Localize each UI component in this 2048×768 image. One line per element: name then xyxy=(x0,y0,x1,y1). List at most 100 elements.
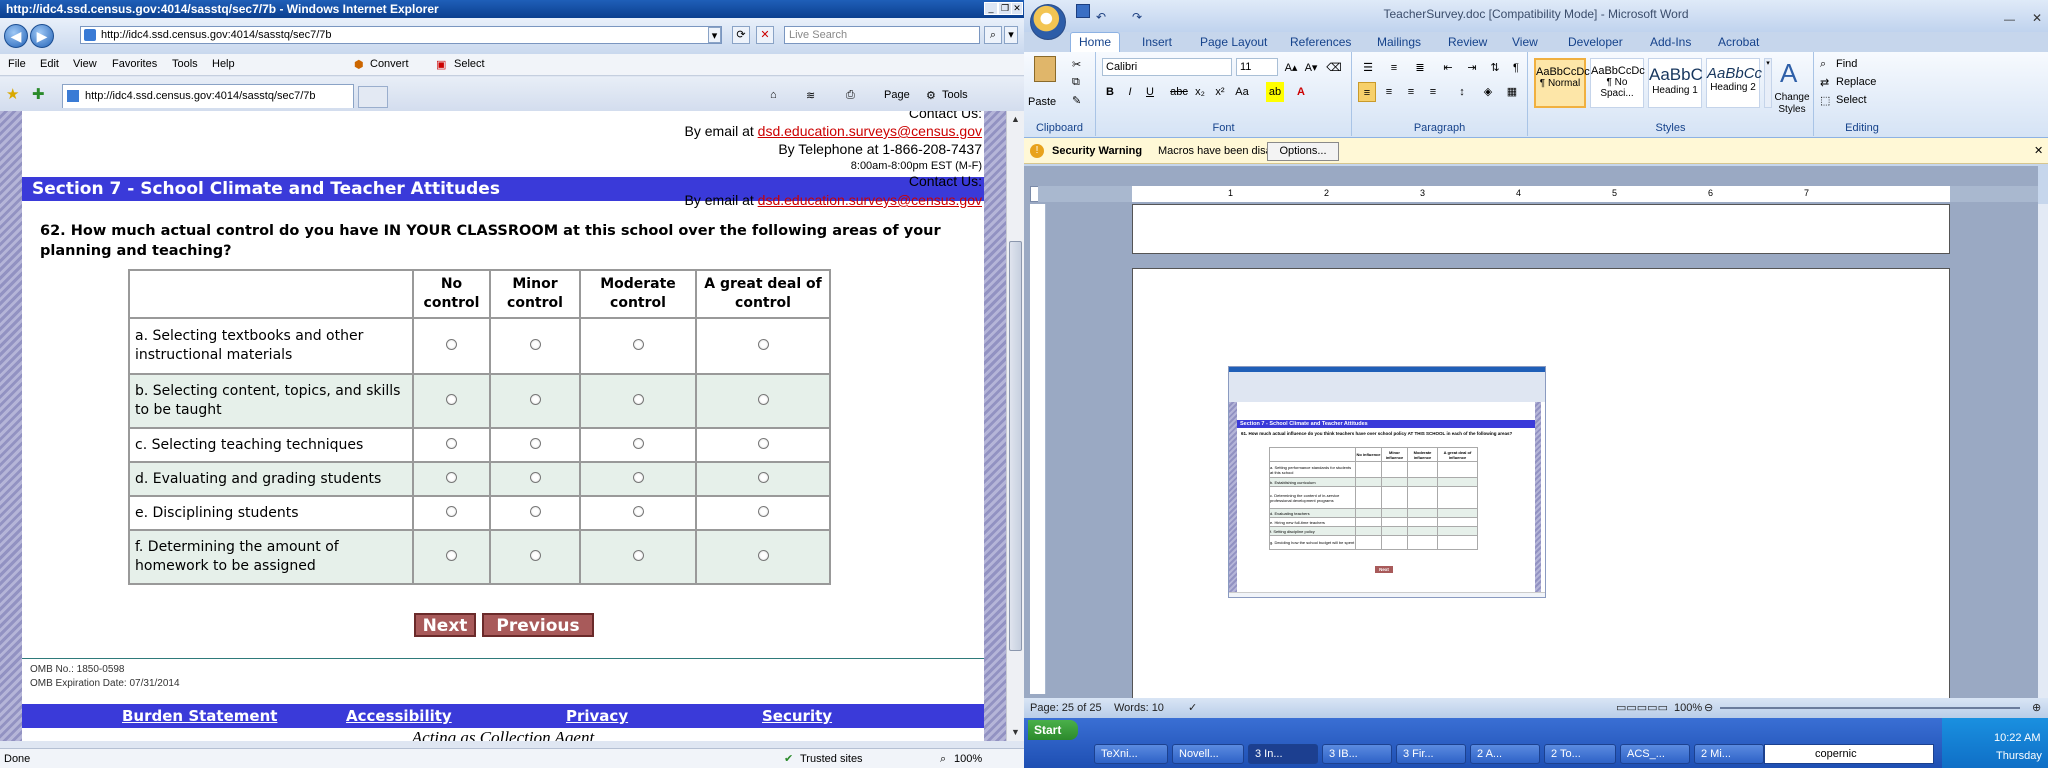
clock-time[interactable]: 10:22 AM xyxy=(1994,732,2040,744)
menu-edit[interactable]: Edit xyxy=(40,58,59,70)
replace-icon[interactable]: ⇄ xyxy=(1820,76,1829,89)
radio-no-control[interactable] xyxy=(446,506,457,517)
view-buttons-icon[interactable]: ▭▭▭▭▭ xyxy=(1616,698,1668,718)
tab-references[interactable]: References xyxy=(1290,35,1351,49)
vertical-ruler[interactable] xyxy=(1030,204,1046,694)
radio-moderate-control[interactable] xyxy=(632,339,644,350)
sort-icon[interactable]: ⇅ xyxy=(1486,58,1504,78)
taskbar-item-ib[interactable]: 3 IB... xyxy=(1322,744,1392,764)
close-button[interactable]: ✕ xyxy=(1011,2,1023,15)
menu-tools[interactable]: Tools xyxy=(172,58,198,70)
select-icon[interactable]: ⬚ xyxy=(1820,94,1830,107)
minimize-button[interactable]: _ xyxy=(984,2,998,15)
scroll-down-icon[interactable]: ▼ xyxy=(1009,725,1022,739)
restore-button[interactable]: ❐ xyxy=(998,2,1012,15)
radio-moderate-control[interactable] xyxy=(632,506,644,517)
home-icon[interactable]: ⌂ xyxy=(770,89,777,101)
style-heading-1[interactable]: AaBbC Heading 1 xyxy=(1648,58,1703,108)
style-no-spacing[interactable]: AaBbCcDc ¶ No Spaci... xyxy=(1590,58,1645,108)
tab-insert[interactable]: Insert xyxy=(1142,35,1172,49)
tab-developer[interactable]: Developer xyxy=(1568,35,1623,49)
embedded-screenshot-image[interactable]: Section 7 - School Climate and Teacher A… xyxy=(1228,366,1546,598)
feeds-icon[interactable]: ≋ xyxy=(806,89,815,102)
bold-icon[interactable]: B xyxy=(1102,82,1118,102)
convert-button[interactable]: Convert xyxy=(370,58,409,70)
word-count[interactable]: Words: 10 xyxy=(1114,698,1164,718)
taskbar-item-firefox[interactable]: 3 Fir... xyxy=(1396,744,1466,764)
security-zone[interactable]: Trusted sites xyxy=(800,750,863,768)
document-scrollbar[interactable] xyxy=(2038,204,2048,698)
zoom-out-icon[interactable]: ⊖ xyxy=(1704,698,1713,718)
tab-mailings[interactable]: Mailings xyxy=(1377,35,1421,49)
browser-tab[interactable]: http://idc4.ssd.census.gov:4014/sasstq/s… xyxy=(62,84,354,108)
radio-moderate-control[interactable] xyxy=(632,438,644,449)
change-styles-icon[interactable]: A xyxy=(1780,58,1797,89)
taskbar-item-acrobat[interactable]: 2 A... xyxy=(1470,744,1540,764)
new-tab-button[interactable] xyxy=(358,86,388,108)
radio-moderate-control[interactable] xyxy=(632,550,644,561)
zoom-in-icon[interactable]: ⊕ xyxy=(2032,698,2041,718)
clear-format-icon[interactable]: ⌫ xyxy=(1324,58,1344,78)
close-warning-icon[interactable]: ✕ xyxy=(2034,138,2043,164)
tab-add-ins[interactable]: Add-Ins xyxy=(1650,35,1691,49)
subscript-icon[interactable]: x₂ xyxy=(1192,82,1208,102)
start-button[interactable]: Start xyxy=(1028,720,1078,740)
proofing-icon[interactable]: ✓ xyxy=(1188,698,1197,718)
tab-view[interactable]: View xyxy=(1512,35,1538,49)
options-button[interactable]: Options... xyxy=(1267,142,1339,161)
search-input[interactable]: Live Search xyxy=(784,26,980,44)
refresh-icon[interactable]: ⟳ xyxy=(732,26,750,44)
radio-no-control[interactable] xyxy=(446,550,457,561)
change-case-icon[interactable]: Aa xyxy=(1232,82,1252,102)
borders-icon[interactable]: ▦ xyxy=(1502,82,1522,102)
numbering-icon[interactable]: ≡ xyxy=(1384,58,1404,78)
style-heading-2[interactable]: AaBbCc Heading 2 xyxy=(1706,58,1762,108)
page-count[interactable]: Page: 25 of 25 xyxy=(1030,698,1102,718)
multilevel-list-icon[interactable]: ≣ xyxy=(1410,58,1430,78)
menu-file[interactable]: File xyxy=(8,58,26,70)
taskbar-item-texnic[interactable]: TeXni... xyxy=(1094,744,1168,764)
tab-page-layout[interactable]: Page Layout xyxy=(1200,35,1267,49)
radio-no-control[interactable] xyxy=(446,438,457,449)
privacy-link[interactable]: Privacy xyxy=(566,707,628,725)
convert-icon[interactable]: ⬢ xyxy=(354,58,364,71)
font-color-icon[interactable]: A xyxy=(1292,82,1310,102)
favorites-star-icon[interactable]: ★ xyxy=(6,85,19,103)
menu-favorites[interactable]: Favorites xyxy=(112,58,157,70)
radio-minor-control[interactable] xyxy=(529,506,541,517)
radio-no-control[interactable] xyxy=(446,472,457,483)
minimize-button[interactable]: — xyxy=(2004,6,2015,34)
radio-great-deal-control[interactable] xyxy=(757,506,769,517)
burden-statement-link[interactable]: Burden Statement xyxy=(122,707,277,725)
select-button[interactable]: Select xyxy=(454,58,485,70)
taskbar-item-acs[interactable]: ACS_... xyxy=(1620,744,1690,764)
radio-minor-control[interactable] xyxy=(529,550,541,561)
print-icon[interactable]: ⎙ xyxy=(846,89,855,102)
back-icon[interactable]: ◀ xyxy=(4,24,28,48)
radio-moderate-control[interactable] xyxy=(632,394,644,405)
forward-icon[interactable]: ▶ xyxy=(30,24,54,48)
radio-great-deal-control[interactable] xyxy=(757,472,769,483)
align-left-icon[interactable]: ≡ xyxy=(1358,82,1376,102)
address-bar[interactable]: http://idc4.ssd.census.gov:4014/sasstq/s… xyxy=(80,26,722,44)
align-center-icon[interactable]: ≡ xyxy=(1380,82,1398,102)
taskbar-item-to[interactable]: 2 To... xyxy=(1544,744,1616,764)
grow-font-icon[interactable]: A▴ xyxy=(1282,58,1300,78)
shrink-font-icon[interactable]: A▾ xyxy=(1302,58,1320,78)
justify-icon[interactable]: ≡ xyxy=(1424,82,1442,102)
paste-icon[interactable] xyxy=(1034,56,1056,82)
radio-great-deal-control[interactable] xyxy=(757,339,769,350)
decrease-indent-icon[interactable]: ⇤ xyxy=(1438,58,1458,78)
zoom-level[interactable]: 100% xyxy=(1674,698,1702,718)
close-button[interactable]: ✕ xyxy=(2032,4,2042,32)
increase-indent-icon[interactable]: ⇥ xyxy=(1462,58,1482,78)
search-options-icon[interactable]: ▾ xyxy=(1004,26,1018,44)
change-styles-button[interactable]: Change Styles xyxy=(1770,92,1814,116)
scroll-up-icon[interactable]: ▲ xyxy=(1009,112,1022,126)
radio-great-deal-control[interactable] xyxy=(757,394,769,405)
taskbar-item-novell[interactable]: Novell... xyxy=(1172,744,1244,764)
taskbar-item-ie[interactable]: 3 In... xyxy=(1248,744,1318,764)
zoom-slider[interactable] xyxy=(1720,707,2020,709)
radio-minor-control[interactable] xyxy=(529,394,541,405)
desktop-search-input[interactable]: copernic xyxy=(1764,744,1934,764)
